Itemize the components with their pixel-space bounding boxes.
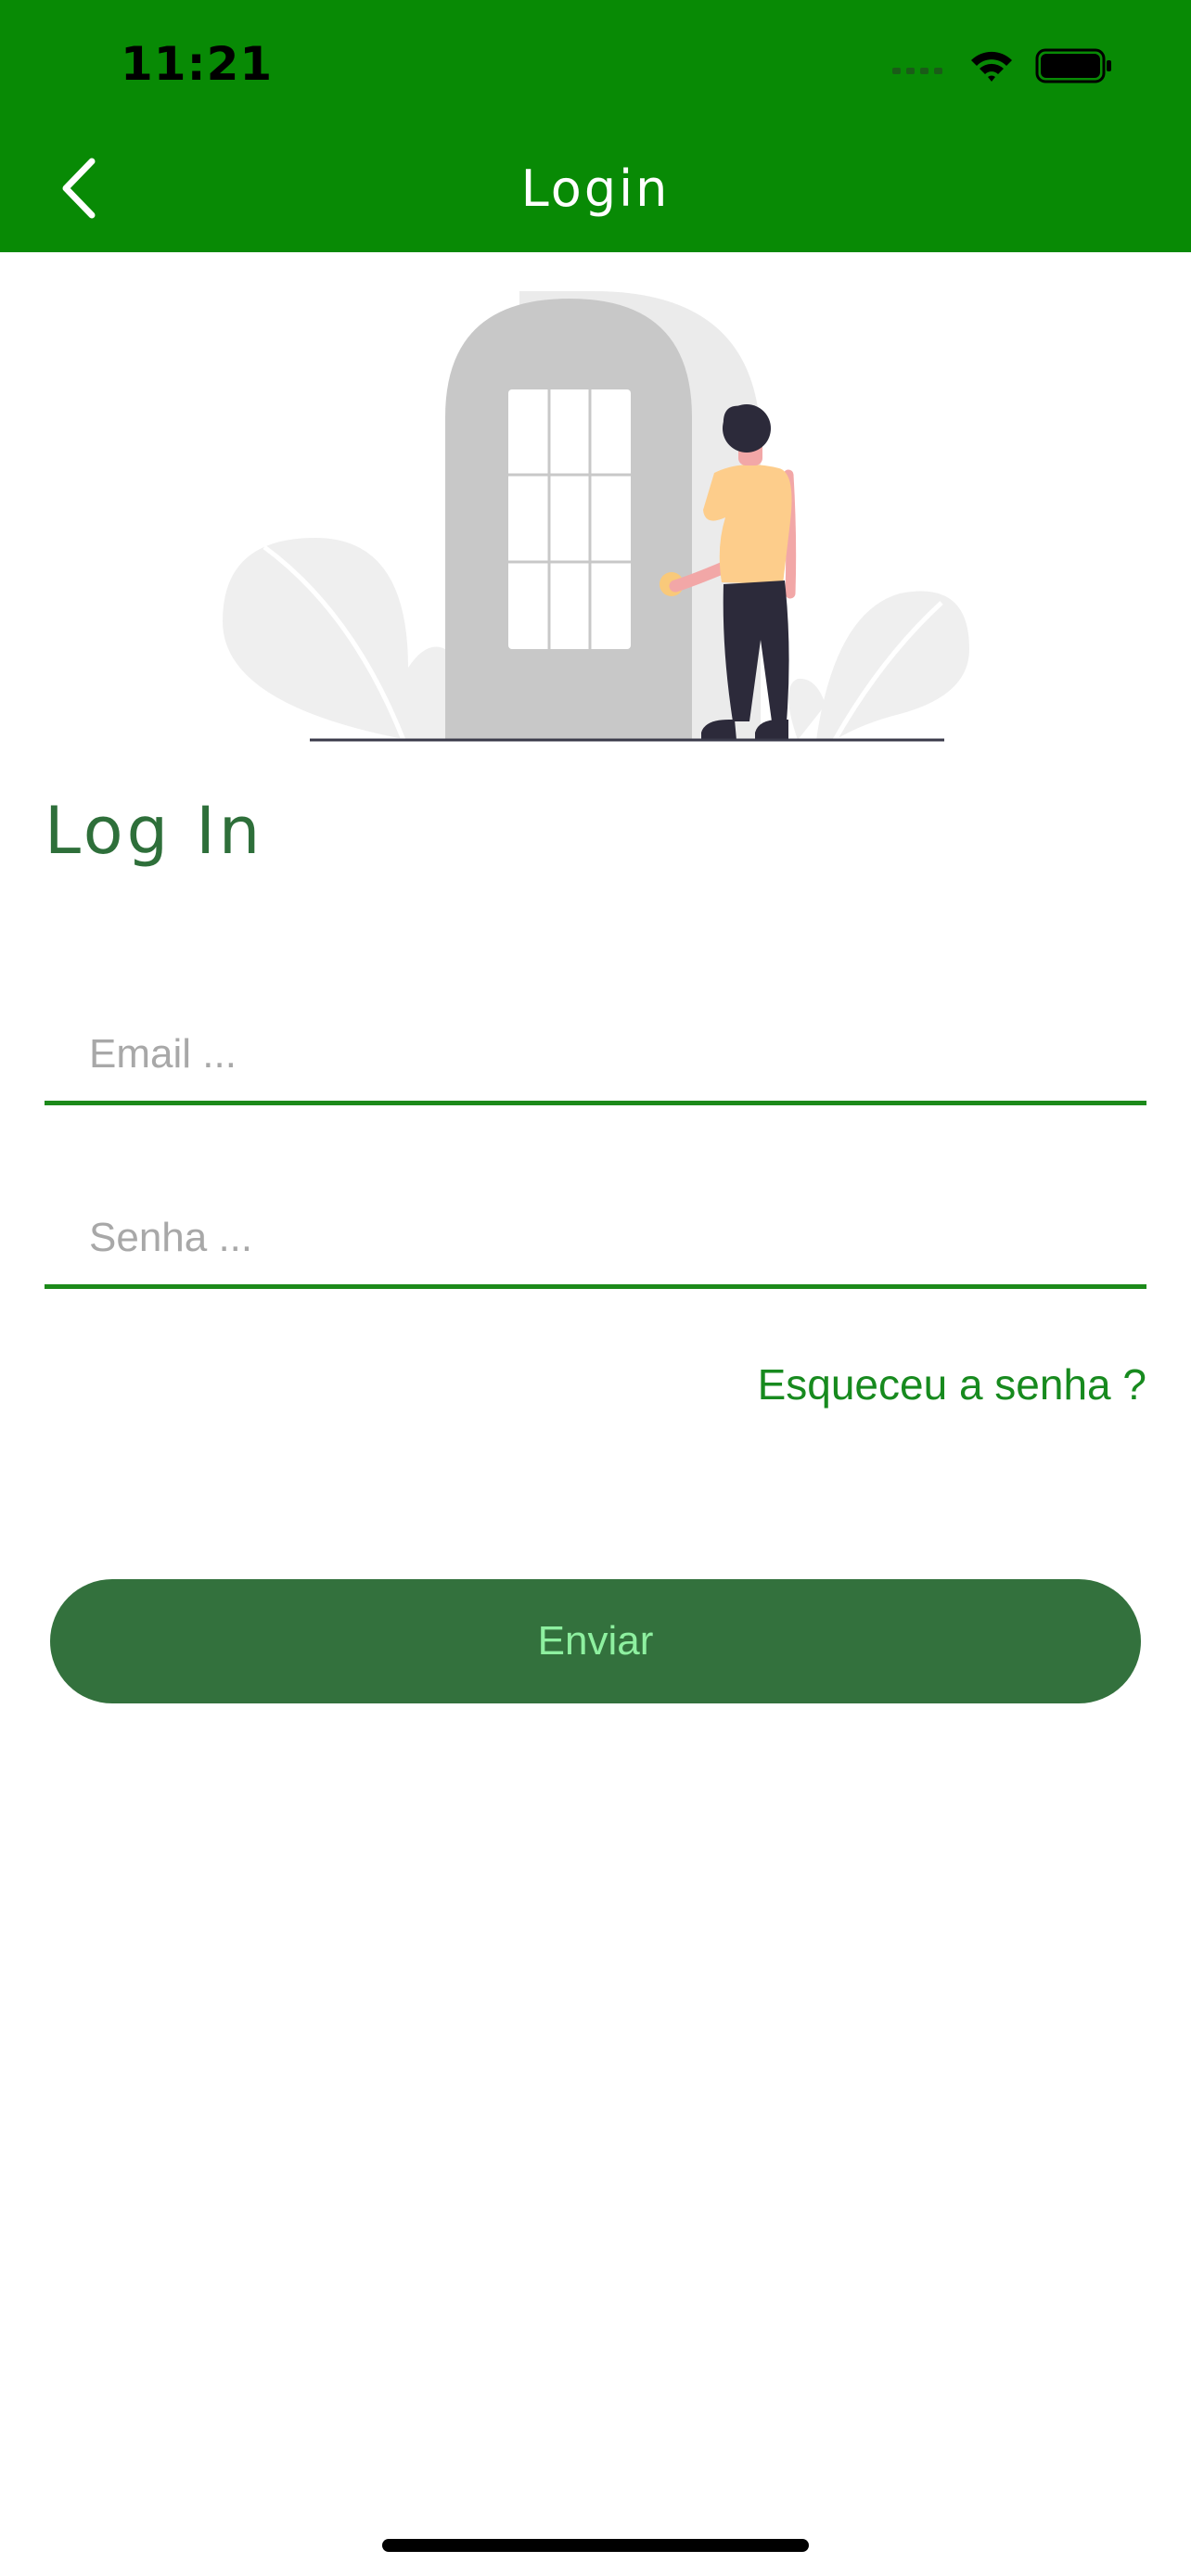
password-input[interactable] <box>89 1205 1091 1270</box>
forgot-password-link[interactable]: Esqueceu a senha ? <box>758 1359 1146 1409</box>
login-illustration <box>186 278 1002 760</box>
home-indicator[interactable] <box>382 2539 809 2552</box>
battery-icon <box>1035 47 1113 89</box>
cellular-signal-icon <box>892 57 948 80</box>
password-field[interactable] <box>45 1178 1146 1289</box>
status-time: 11:21 <box>121 37 274 91</box>
email-field[interactable] <box>45 994 1146 1105</box>
app-header: 11:21 Login <box>0 0 1191 252</box>
nav-title: Login <box>520 159 671 218</box>
page-title: Log In <box>45 793 264 869</box>
email-input[interactable] <box>89 1022 1091 1087</box>
wifi-icon <box>968 47 1015 89</box>
submit-button[interactable]: Enviar <box>50 1579 1141 1703</box>
status-icons <box>892 45 1113 91</box>
